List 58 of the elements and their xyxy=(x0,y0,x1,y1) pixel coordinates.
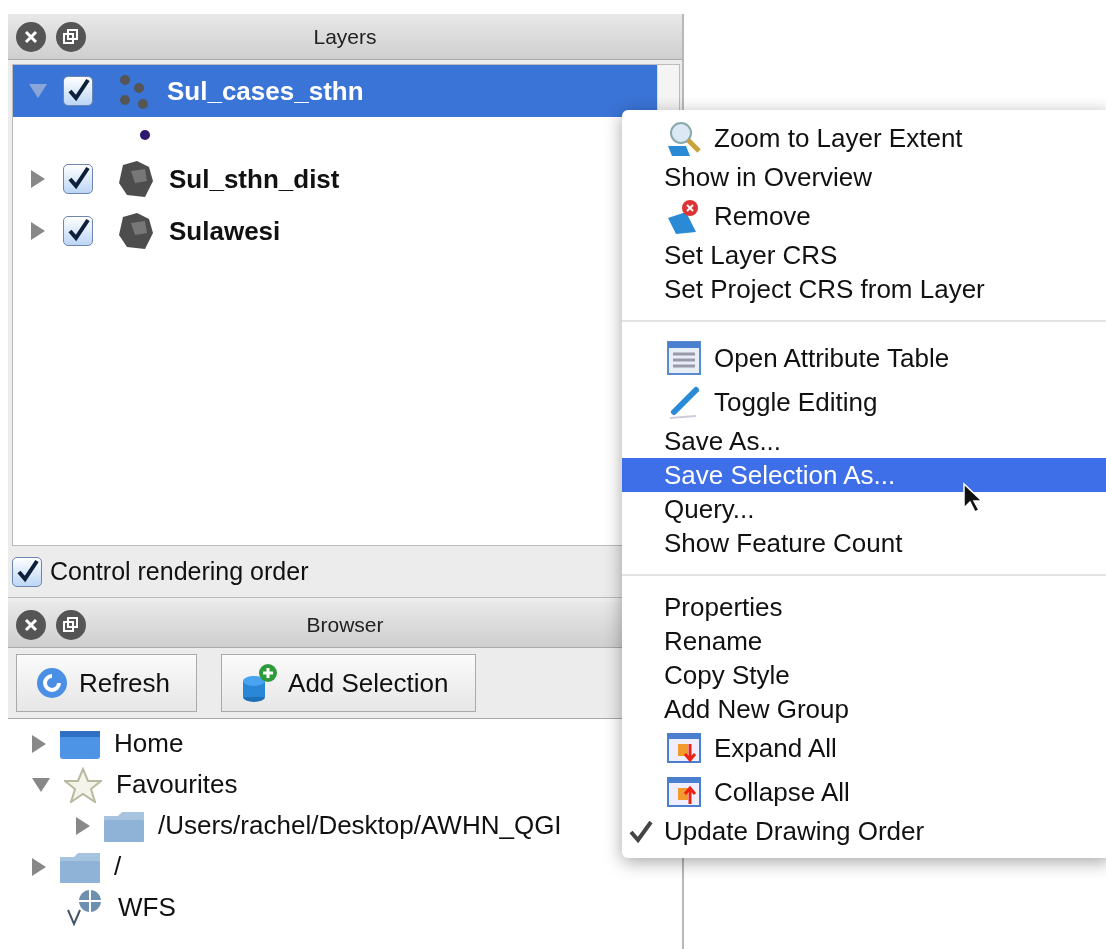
menu-item[interactable]: Show Feature Count xyxy=(622,526,1106,560)
checkbox[interactable] xyxy=(63,164,93,194)
layer-name: Sul_sthn_dist xyxy=(169,162,340,196)
close-button[interactable] xyxy=(16,609,46,640)
magnifier-icon xyxy=(666,120,702,156)
checkbox[interactable] xyxy=(63,216,93,246)
panel-title: Layers xyxy=(312,23,378,50)
expand-arrow-icon[interactable] xyxy=(32,777,50,792)
float-button[interactable] xyxy=(56,609,86,640)
close-icon[interactable] xyxy=(24,617,38,632)
database-add-icon xyxy=(240,663,279,703)
refresh-button[interactable]: Refresh xyxy=(16,654,198,712)
browser-item[interactable]: Favourites xyxy=(8,764,238,805)
menu-item[interactable]: Save Selection As... xyxy=(622,458,1106,492)
collapse-tree-icon xyxy=(666,774,702,810)
browser-item[interactable]: Home xyxy=(8,723,184,764)
menu-item[interactable]: Toggle Editing xyxy=(622,380,1106,424)
refresh-icon xyxy=(35,666,69,700)
expand-tree-icon xyxy=(666,730,702,766)
menu-item[interactable]: Rename xyxy=(622,624,1106,658)
windows-icon[interactable] xyxy=(63,28,79,45)
windows-icon[interactable] xyxy=(63,616,79,633)
checkbox[interactable] xyxy=(63,76,93,106)
browser-item[interactable]: / xyxy=(8,846,122,887)
folder-icon xyxy=(60,850,100,883)
star-icon xyxy=(64,766,102,803)
checkbox-label: Control rendering order xyxy=(50,555,309,587)
add-selection-button[interactable]: Add Selection xyxy=(221,654,476,712)
float-button[interactable] xyxy=(56,21,86,52)
browser-item[interactable]: /Users/rachel/Desktop/AWHN_QGI xyxy=(8,805,562,846)
point-symbol-icon xyxy=(139,129,151,141)
menu-item[interactable]: Open Attribute Table xyxy=(622,336,1106,380)
menu-item[interactable]: Collapse All xyxy=(622,770,1106,814)
close-button[interactable] xyxy=(16,21,46,52)
table-icon xyxy=(666,340,702,376)
folder-icon xyxy=(60,728,100,759)
menu-item[interactable]: Save As... xyxy=(622,424,1106,458)
menu-item[interactable]: Update Drawing Order xyxy=(622,814,1106,848)
collapse-arrow-icon[interactable] xyxy=(76,816,90,835)
globe-icon xyxy=(64,887,104,928)
collapse-arrow-icon[interactable] xyxy=(31,170,45,188)
checkbox[interactable] xyxy=(12,556,42,587)
menu-item[interactable]: Set Project CRS from Layer xyxy=(622,272,1106,306)
browser-item[interactable]: WFS xyxy=(8,887,176,928)
close-icon[interactable] xyxy=(24,29,38,44)
layer-name: Sul_cases_sthn xyxy=(167,74,364,108)
menu-item[interactable]: Query... xyxy=(622,492,1106,526)
folder-icon xyxy=(104,809,144,842)
collapse-arrow-icon[interactable] xyxy=(31,222,45,240)
layer-row[interactable]: Sul_cases_sthn xyxy=(13,65,657,117)
collapse-arrow-icon[interactable] xyxy=(32,734,46,753)
menu-item[interactable]: Expand All xyxy=(622,726,1106,770)
layer-name: Sulawesi xyxy=(169,214,281,248)
menu-item[interactable]: Add New Group xyxy=(622,692,1106,726)
panel-title: Browser xyxy=(305,611,385,638)
collapse-arrow-icon[interactable] xyxy=(32,857,46,876)
menu-item[interactable]: Copy Style xyxy=(622,658,1106,692)
menu-item[interactable]: Properties xyxy=(622,590,1106,624)
